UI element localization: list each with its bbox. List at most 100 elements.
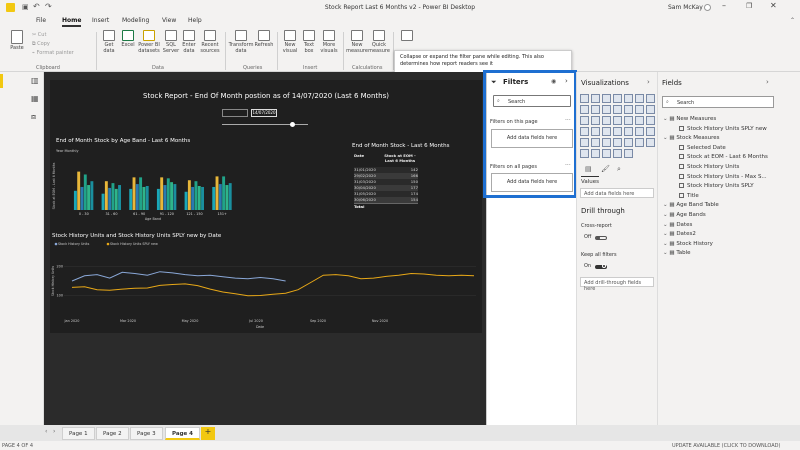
field-table[interactable]: ⌄ ▦ Stock History bbox=[661, 241, 775, 251]
paste-button[interactable]: Paste bbox=[6, 30, 28, 51]
copy-button[interactable]: ⧉ Copy bbox=[32, 40, 74, 49]
visual-type-icon[interactable] bbox=[624, 127, 633, 136]
visual-type-icon[interactable] bbox=[602, 149, 611, 158]
collapse-viz-pane-icon[interactable]: › bbox=[647, 78, 650, 86]
collapse-fields-pane-icon[interactable]: › bbox=[766, 78, 769, 86]
visual-type-icon[interactable] bbox=[580, 149, 589, 158]
field-item[interactable]: Selected Date bbox=[661, 144, 775, 155]
user-name[interactable]: Sam McKay bbox=[668, 4, 703, 11]
tab-help[interactable]: Help bbox=[188, 17, 202, 24]
fields-search-input[interactable]: ⌕ Search bbox=[662, 96, 774, 108]
pbi-datasets-button[interactable]: Power BI datasets bbox=[137, 30, 161, 54]
visual-type-icon[interactable] bbox=[624, 138, 633, 147]
visual-type-icon[interactable] bbox=[591, 105, 600, 114]
visual-type-icon[interactable] bbox=[591, 149, 600, 158]
cross-report-toggle[interactable] bbox=[595, 236, 607, 240]
field-table[interactable]: ⌄ ▦ Age Band Table bbox=[661, 202, 775, 212]
stock-table[interactable]: Date Stock at EOM - Last 6 Months 31/01/… bbox=[354, 153, 418, 209]
bar[interactable] bbox=[170, 182, 174, 210]
visual-type-icon[interactable] bbox=[591, 94, 600, 103]
bar[interactable] bbox=[90, 181, 94, 210]
visual-type-icon[interactable] bbox=[580, 127, 589, 136]
tab-page-4[interactable]: Page 4 bbox=[165, 427, 201, 440]
bar[interactable] bbox=[118, 185, 121, 210]
bar[interactable] bbox=[73, 190, 77, 210]
minimize-icon[interactable]: – bbox=[722, 1, 726, 10]
field-item[interactable]: Stock History Units bbox=[661, 163, 775, 174]
bar[interactable] bbox=[129, 188, 133, 210]
new-visual-button[interactable]: New visual bbox=[280, 30, 300, 54]
field-item[interactable]: Stock at EOM - Last 6 Months bbox=[661, 154, 775, 164]
report-view-icon[interactable]: ▥ bbox=[31, 76, 39, 85]
enter-data-button[interactable]: Enter data bbox=[180, 30, 198, 54]
slicer-end-date[interactable]: 14/07/2020 bbox=[251, 109, 277, 117]
bar[interactable] bbox=[187, 180, 191, 210]
excel-button[interactable]: Excel bbox=[119, 30, 137, 48]
bar[interactable] bbox=[166, 178, 170, 210]
visual-type-icon[interactable] bbox=[635, 138, 644, 147]
tab-view[interactable]: View bbox=[162, 17, 176, 24]
transform-data-button[interactable]: Transform data bbox=[228, 30, 254, 54]
field-table[interactable]: ⌄ ▦ Stock Measures bbox=[661, 135, 775, 145]
bar[interactable] bbox=[139, 177, 143, 210]
bar[interactable] bbox=[191, 186, 195, 210]
text-box-button[interactable]: Text box bbox=[300, 30, 318, 54]
visual-type-icon[interactable] bbox=[602, 105, 611, 114]
field-table[interactable]: ⌄ ▦ Age Bands bbox=[661, 212, 775, 222]
tab-page-3[interactable]: Page 3 bbox=[130, 427, 163, 440]
field-item[interactable]: Title bbox=[661, 192, 775, 203]
visual-type-icon[interactable] bbox=[602, 138, 611, 147]
more-visuals-button[interactable]: More visuals bbox=[318, 30, 340, 54]
bar[interactable] bbox=[212, 186, 216, 210]
keep-all-filters-toggle[interactable] bbox=[595, 264, 607, 269]
visual-type-icon[interactable] bbox=[602, 127, 611, 136]
visual-type-icon[interactable] bbox=[635, 116, 644, 125]
data-view-icon[interactable]: ▦ bbox=[31, 94, 39, 103]
date-slicer-track[interactable] bbox=[222, 124, 308, 125]
series-line[interactable] bbox=[71, 272, 475, 297]
sql-server-button[interactable]: SQL Server bbox=[162, 30, 180, 54]
bar[interactable] bbox=[218, 184, 222, 210]
format-painter-button[interactable]: ⌁ Format painter bbox=[32, 49, 74, 58]
visual-type-icon[interactable] bbox=[646, 138, 655, 147]
field-table[interactable]: ⌄ ▦ Table bbox=[661, 250, 775, 260]
refresh-button[interactable]: Refresh bbox=[254, 30, 274, 48]
tab-page-2[interactable]: Page 2 bbox=[96, 427, 129, 440]
bar[interactable] bbox=[132, 177, 136, 210]
visual-type-icon[interactable] bbox=[613, 149, 622, 158]
tab-file[interactable]: File bbox=[36, 17, 46, 24]
bar[interactable] bbox=[104, 181, 108, 210]
visual-type-icon[interactable] bbox=[624, 94, 633, 103]
visual-type-icon[interactable] bbox=[613, 116, 622, 125]
get-data-button[interactable]: Get data bbox=[99, 30, 119, 54]
visual-type-icon[interactable] bbox=[613, 105, 622, 114]
bar[interactable] bbox=[156, 188, 160, 210]
field-item[interactable]: Stock History Units - Max S... bbox=[661, 173, 775, 184]
visual-type-icon[interactable] bbox=[635, 94, 644, 103]
tab-home[interactable]: Home bbox=[62, 17, 82, 27]
bar[interactable] bbox=[142, 186, 146, 210]
visual-type-icon[interactable] bbox=[613, 94, 622, 103]
slicer-start-date[interactable] bbox=[222, 109, 248, 117]
new-measure-button[interactable]: New measure bbox=[346, 30, 368, 54]
fields-well-icon[interactable]: ▤ bbox=[585, 165, 592, 173]
field-item[interactable]: Stock History Units SPLY bbox=[661, 183, 775, 193]
visual-type-icon[interactable] bbox=[602, 94, 611, 103]
visual-type-icon[interactable] bbox=[624, 116, 633, 125]
series-line[interactable] bbox=[71, 271, 286, 282]
field-item[interactable]: Stock History Units SPLY new bbox=[661, 125, 775, 136]
bar[interactable] bbox=[215, 176, 219, 210]
model-view-icon[interactable]: ⧈ bbox=[31, 112, 36, 122]
visual-type-icon[interactable] bbox=[635, 105, 644, 114]
visual-type-icon[interactable] bbox=[580, 116, 589, 125]
ribbon-collapse-icon[interactable]: ⌃ bbox=[790, 17, 795, 24]
bar[interactable] bbox=[225, 185, 229, 210]
tab-page-1[interactable]: Page 1 bbox=[62, 427, 95, 440]
visual-type-icon[interactable] bbox=[624, 105, 633, 114]
bar[interactable] bbox=[173, 184, 177, 210]
bar[interactable] bbox=[228, 183, 232, 210]
avatar[interactable] bbox=[704, 4, 711, 11]
bar[interactable] bbox=[194, 181, 198, 210]
visual-type-icon[interactable] bbox=[602, 116, 611, 125]
close-icon[interactable]: ✕ bbox=[770, 1, 777, 10]
